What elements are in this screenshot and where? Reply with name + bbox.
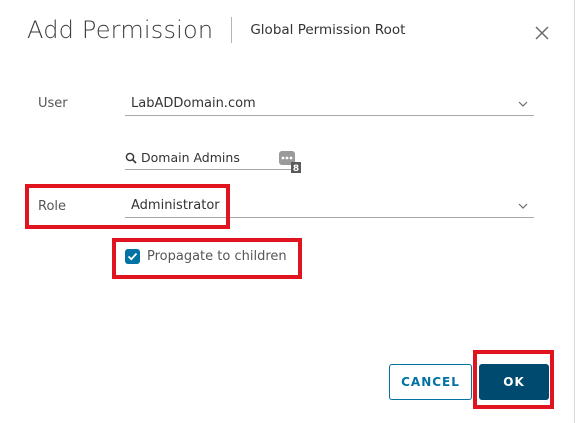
chevron-down-icon — [518, 203, 528, 209]
cancel-button[interactable]: CANCEL — [389, 364, 472, 400]
add-permission-dialog: Add Permission Global Permission Root Us… — [0, 0, 575, 423]
search-icon — [125, 152, 137, 164]
user-search-input[interactable]: Domain Admins — [125, 148, 293, 170]
user-group-browse-icon[interactable]: 8 — [278, 150, 302, 174]
dialog-subtitle: Global Permission Root — [250, 22, 406, 38]
role-highlight-box — [25, 184, 230, 229]
user-label: User — [38, 96, 68, 111]
ok-highlight-box — [473, 350, 554, 409]
dialog-title: Add Permission — [27, 16, 214, 44]
user-domain-value: LabADDomain.com — [131, 96, 256, 111]
browse-badge-count: 8 — [293, 164, 299, 174]
header-divider — [231, 17, 233, 43]
user-domain-select[interactable]: LabADDomain.com — [125, 94, 534, 116]
dialog-header: Add Permission Global Permission Root — [27, 16, 405, 44]
propagate-highlight-box — [112, 238, 302, 279]
close-icon[interactable] — [533, 24, 551, 42]
user-search-value: Domain Admins — [141, 150, 240, 165]
chevron-down-icon — [518, 101, 528, 107]
